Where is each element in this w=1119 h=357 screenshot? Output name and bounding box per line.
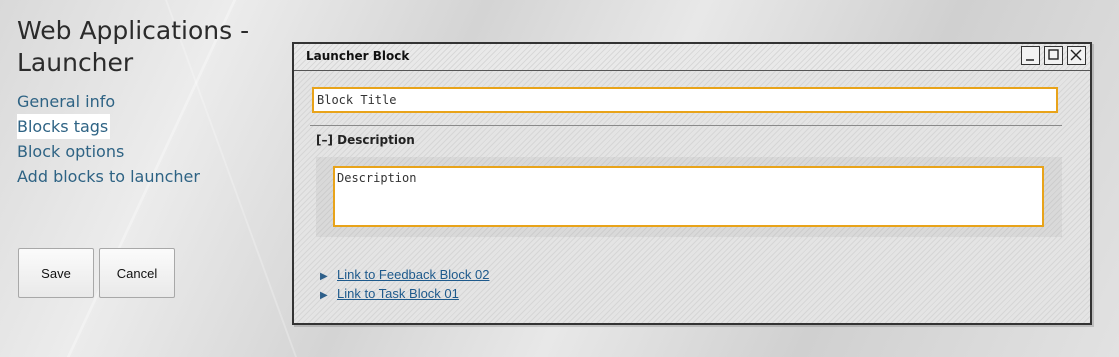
play-arrow-icon: ▶ [320, 290, 328, 301]
play-arrow-icon: ▶ [320, 271, 328, 282]
nav-item-block-options[interactable]: Block options [17, 139, 202, 164]
page-title: Web Applications - Launcher [17, 16, 250, 77]
block-links: ▶ Link to Feedback Block 02 ▶ Link to Task… [320, 267, 489, 305]
list-item: ▶ Link to Feedback Block 02 [320, 267, 489, 286]
maximize-icon[interactable] [1044, 46, 1063, 65]
description-panel: Description [316, 157, 1062, 237]
launcher-block-window: Launcher Block [–] Description Descripti… [292, 42, 1092, 325]
cancel-button[interactable]: Cancel [99, 248, 175, 298]
description-field[interactable]: Description [333, 166, 1044, 227]
block-title-input[interactable] [312, 87, 1058, 113]
side-nav: General info Blocks tags Block options A… [17, 89, 202, 189]
save-button[interactable]: Save [18, 248, 94, 298]
description-section-toggle[interactable]: [–] Description [316, 133, 415, 147]
list-item: ▶ Link to Task Block 01 [320, 286, 489, 305]
close-icon[interactable] [1067, 46, 1086, 65]
minimize-icon[interactable] [1021, 46, 1040, 65]
nav-item-add-blocks[interactable]: Add blocks to launcher [17, 164, 202, 189]
nav-item-blocks-tags[interactable]: Blocks tags [17, 114, 111, 139]
link-task-block[interactable]: Link to Task Block 01 [337, 286, 459, 301]
link-feedback-block[interactable]: Link to Feedback Block 02 [337, 267, 489, 282]
window-titlebar[interactable]: Launcher Block [294, 44, 1090, 71]
nav-item-general-info[interactable]: General info [17, 89, 202, 114]
section-divider [310, 125, 1062, 126]
window-title: Launcher Block [306, 49, 410, 63]
